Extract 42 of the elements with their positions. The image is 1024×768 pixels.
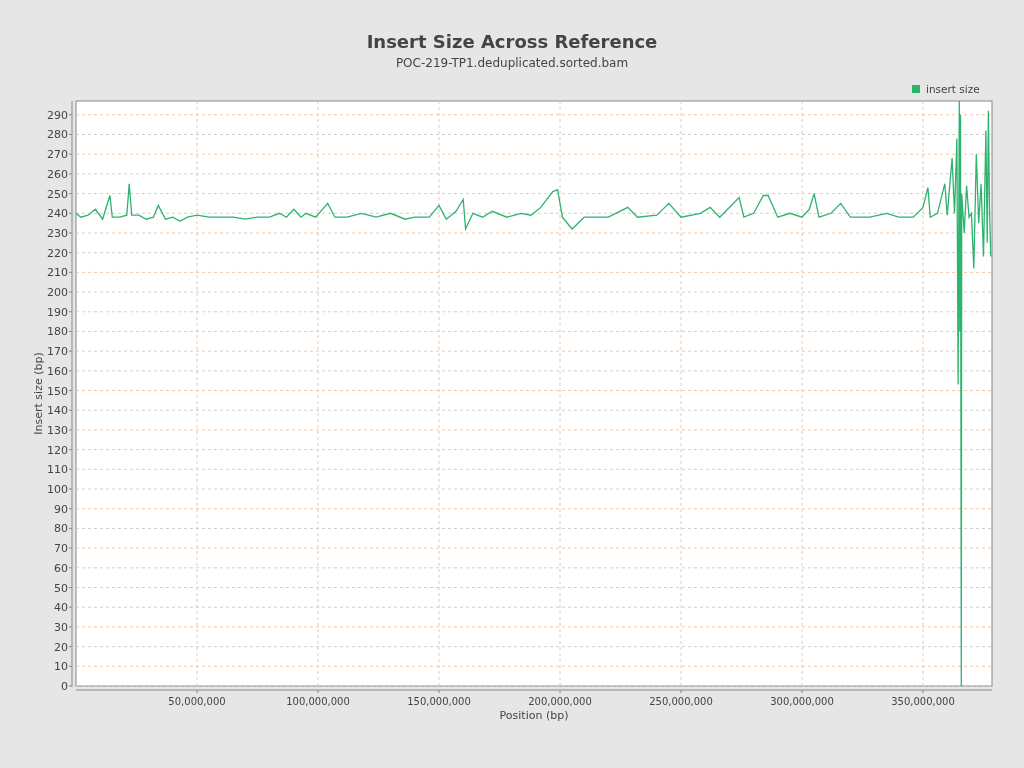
y-axis-label: Insert size (bp) xyxy=(32,352,45,435)
y-tick-label: 90 xyxy=(54,502,68,516)
x-tick-label: 100,000,000 xyxy=(286,696,350,707)
y-tick-label: 170 xyxy=(47,345,68,359)
y-tick-label: 200 xyxy=(47,286,68,300)
y-tick-label: 270 xyxy=(47,148,68,162)
y-tick-label: 190 xyxy=(47,305,68,319)
chart-subtitle: POC-219-TP1.deduplicated.sorted.bam xyxy=(395,55,629,71)
y-tick-label: 210 xyxy=(47,266,68,280)
y-tick-label: 30 xyxy=(54,620,68,634)
y-tick-label: 260 xyxy=(47,167,68,181)
y-tick-label: 10 xyxy=(54,660,68,674)
y-tick-label: 20 xyxy=(54,640,68,654)
y-tick-label: 130 xyxy=(47,423,68,437)
y-tick-label: 120 xyxy=(47,443,68,457)
y-tick-label: 280 xyxy=(47,128,68,142)
x-axis-label: Position (bp) xyxy=(499,709,569,722)
x-tick-label: 50,000,000 xyxy=(168,696,226,707)
x-tick-label: 300,000,000 xyxy=(770,696,834,707)
x-tick-label: 350,000,000 xyxy=(891,696,955,707)
y-tick-label: 0 xyxy=(61,680,68,693)
x-tick-label: 150,000,000 xyxy=(407,696,471,707)
y-tick-label: 50 xyxy=(54,581,68,595)
y-tick-label: 180 xyxy=(47,325,68,339)
x-tick-label: 200,000,000 xyxy=(528,696,592,707)
y-tick-label: 80 xyxy=(54,522,68,536)
y-tick-label: 230 xyxy=(47,226,68,240)
y-tick-label: 160 xyxy=(47,364,68,378)
y-tick-label: 40 xyxy=(54,601,68,615)
legend-label: insert size xyxy=(926,83,980,95)
y-tick-label: 240 xyxy=(47,207,68,221)
y-tick-label: 140 xyxy=(47,404,68,418)
x-tick-label: 250,000,000 xyxy=(649,696,713,707)
y-tick-label: 290 xyxy=(47,108,68,122)
y-tick-label: 100 xyxy=(47,483,68,497)
y-tick-label: 250 xyxy=(47,187,68,201)
y-tick-label: 220 xyxy=(47,246,68,260)
y-tick-label: 150 xyxy=(47,384,68,398)
chart-title: Insert Size Across Reference xyxy=(366,30,658,54)
y-tick-label: 60 xyxy=(54,561,68,575)
y-tick-label: 110 xyxy=(47,463,68,477)
y-tick-label: 70 xyxy=(54,542,68,556)
